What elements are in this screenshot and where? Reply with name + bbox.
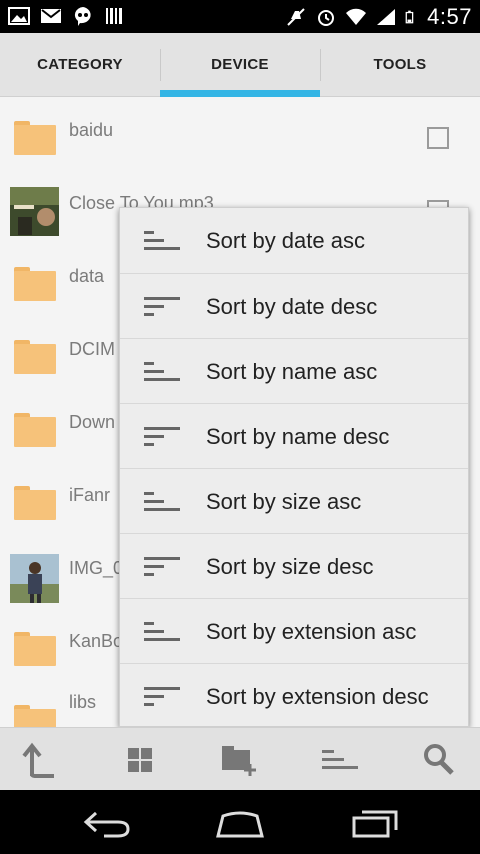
menu-item-sort-date-desc[interactable]: Sort by date desc	[120, 273, 468, 338]
back-icon[interactable]	[82, 808, 132, 838]
menu-item-label: Sort by name asc	[206, 359, 378, 384]
tab-category[interactable]: CATEGORY	[0, 33, 160, 96]
recents-icon[interactable]	[350, 808, 400, 838]
status-bar: 4:57	[0, 0, 480, 33]
menu-item-label: Sort by extension asc	[206, 619, 417, 644]
bottom-toolbar	[0, 727, 480, 790]
grid-view-icon[interactable]	[120, 742, 160, 778]
select-checkbox[interactable]	[427, 127, 449, 149]
sort-desc-icon	[144, 557, 180, 576]
menu-item-sort-name-desc[interactable]: Sort by name desc	[120, 403, 468, 468]
hangouts-icon	[74, 7, 91, 26]
file-name: DCIM	[69, 339, 115, 359]
sort-icon[interactable]	[320, 742, 360, 778]
folder-icon	[14, 121, 56, 155]
file-name: data	[69, 266, 105, 286]
menu-item-label: Sort by size asc	[206, 489, 362, 514]
battery-icon	[405, 10, 414, 24]
signal-icon	[377, 9, 396, 25]
menu-item-sort-size-desc[interactable]: Sort by size desc	[120, 533, 468, 598]
sort-asc-icon	[144, 362, 180, 381]
search-icon[interactable]	[420, 742, 460, 778]
gmail-icon	[41, 9, 61, 23]
folder-icon	[14, 486, 56, 520]
menu-item-sort-date-asc[interactable]: Sort by date asc	[120, 208, 468, 273]
menu-item-label: Sort by name desc	[206, 424, 390, 449]
folder-icon	[14, 413, 56, 447]
file-name: IMG_0	[69, 558, 124, 578]
alarm-icon	[318, 10, 335, 26]
sort-asc-icon	[144, 492, 180, 511]
menu-item-label: Sort by date asc	[206, 228, 365, 253]
menu-item-sort-extension-desc[interactable]: Sort by extension desc	[120, 663, 468, 728]
folder-icon	[14, 267, 56, 301]
new-folder-icon[interactable]	[220, 742, 260, 778]
file-name: libs	[69, 692, 97, 712]
album-art-thumbnail	[10, 187, 59, 236]
navigation-bar	[0, 790, 480, 854]
sort-menu: Sort by date asc Sort by date desc Sort …	[119, 207, 469, 727]
file-name: KanBo	[69, 631, 124, 651]
gallery-icon	[8, 7, 30, 25]
folder-icon	[14, 340, 56, 374]
folder-icon	[14, 632, 56, 666]
file-row[interactable]: baidu	[0, 97, 480, 170]
sort-asc-icon	[144, 622, 180, 641]
tab-tools[interactable]: TOOLS	[320, 33, 480, 96]
sort-desc-icon	[144, 297, 180, 316]
sort-desc-icon	[144, 427, 180, 446]
home-icon[interactable]	[215, 808, 265, 838]
menu-item-sort-name-asc[interactable]: Sort by name asc	[120, 338, 468, 403]
mute-icon	[287, 8, 305, 26]
file-name: iFanr	[69, 485, 111, 505]
file-name: Down	[69, 412, 116, 432]
sort-asc-icon	[144, 231, 180, 250]
file-name: baidu	[69, 120, 114, 140]
photo-thumbnail	[10, 554, 59, 603]
wifi-icon	[346, 8, 367, 25]
menu-item-sort-size-asc[interactable]: Sort by size asc	[120, 468, 468, 533]
barcode-icon	[106, 8, 122, 24]
menu-item-sort-extension-asc[interactable]: Sort by extension asc	[120, 598, 468, 663]
menu-item-label: Sort by extension desc	[206, 684, 429, 709]
sort-desc-icon	[144, 687, 180, 706]
menu-item-label: Sort by date desc	[206, 294, 378, 319]
up-icon[interactable]	[20, 742, 60, 778]
menu-item-label: Sort by size desc	[206, 554, 374, 579]
tab-device[interactable]: DEVICE	[160, 33, 320, 97]
clock: 4:57	[427, 4, 472, 29]
folder-icon	[14, 705, 56, 727]
tab-bar: CATEGORY DEVICE TOOLS	[0, 33, 480, 97]
